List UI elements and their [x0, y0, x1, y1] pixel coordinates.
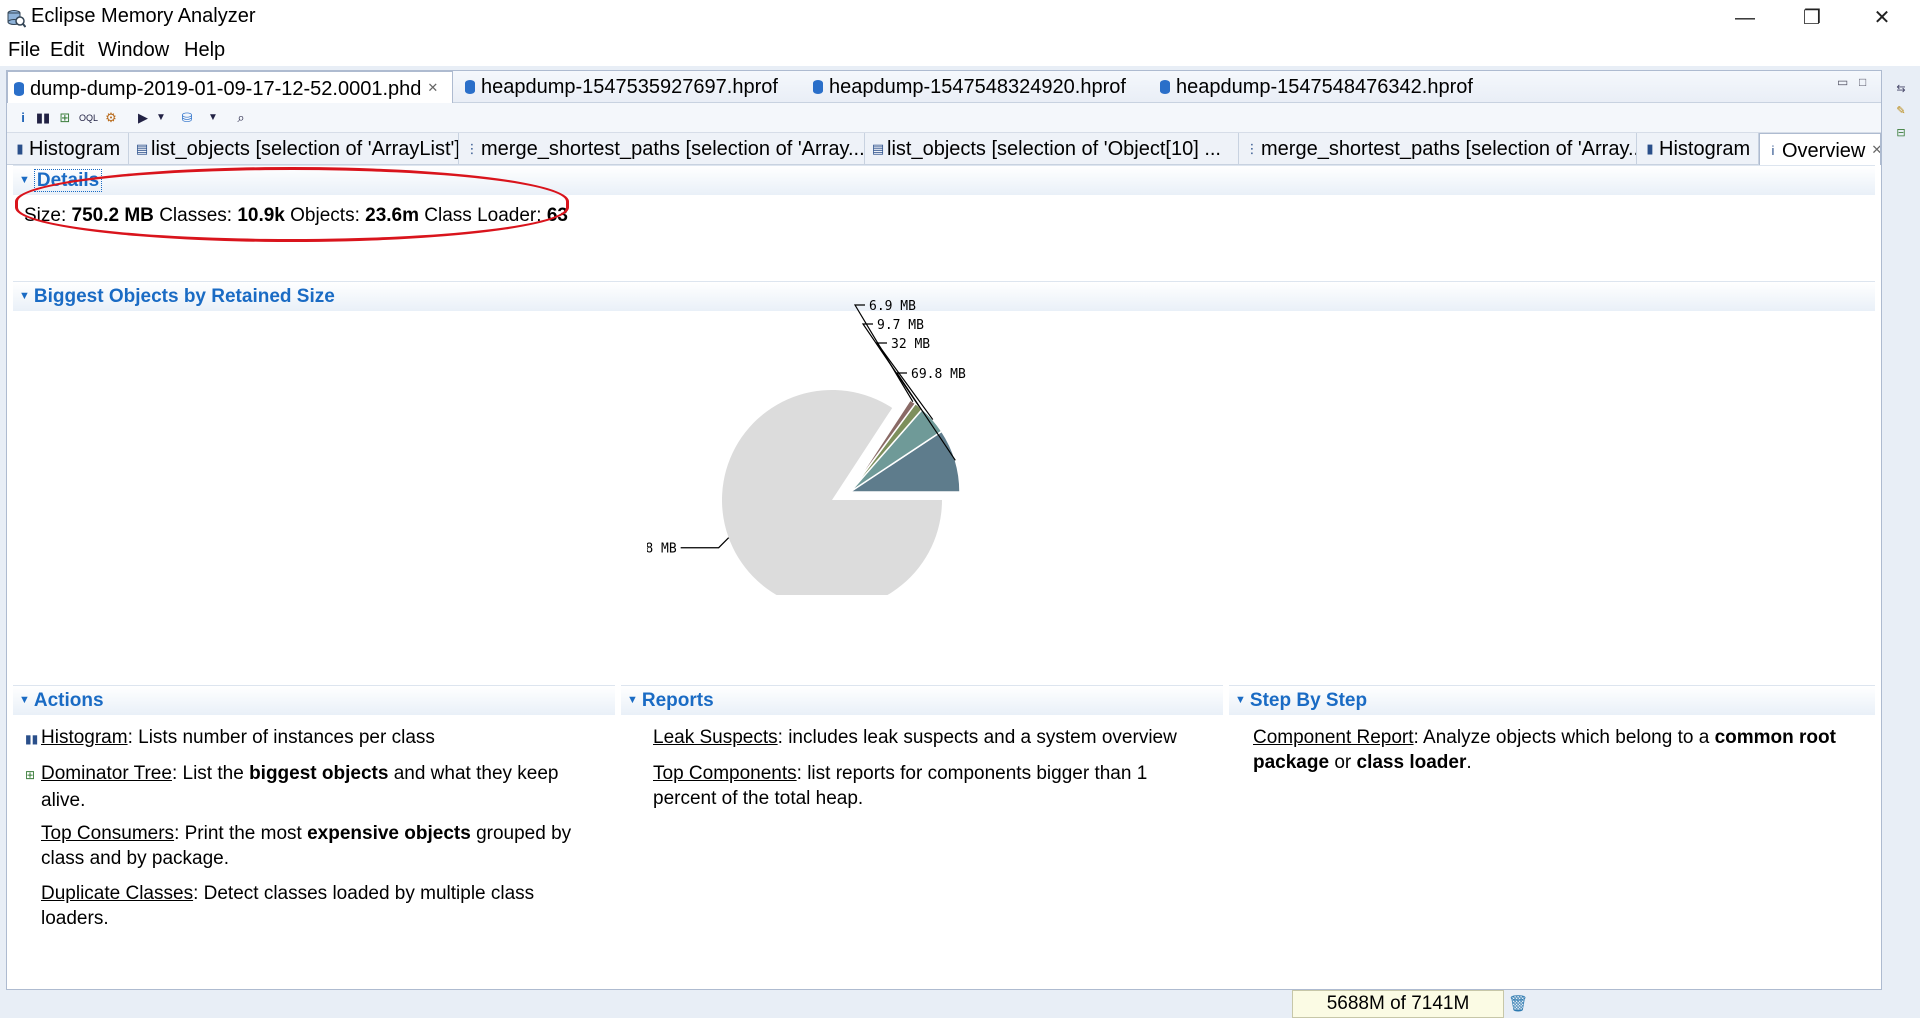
pie-leader-line: [680, 537, 730, 549]
pie-slice-label: 631.8 MB: [647, 542, 677, 557]
collapse-icon: ▼: [1235, 694, 1246, 706]
search-icon[interactable]: ⌕: [233, 110, 249, 126]
status-bar: 5688M of 7141M 🗑: [0, 990, 1920, 1018]
action-top-consumers: Top Consumers: Print the most expensive …: [41, 823, 572, 869]
navigation-history-icon[interactable]: ⊟: [1894, 126, 1908, 140]
minimize-editor-icon[interactable]: ▭: [1837, 75, 1848, 89]
tab-dump-phd[interactable]: dump-dump-2019-01-09-17-12-52.0001.phd ✕: [7, 71, 453, 103]
info-icon: i: [1771, 143, 1775, 158]
heapdump-icon: [813, 80, 823, 94]
histogram-icon[interactable]: ▮▮: [35, 110, 51, 126]
histogram-icon: ▮▮: [25, 732, 39, 746]
toolbar: i ▮▮ ⊞ OQL ⚙ ▶ ▼ ⛁ ▼ ⌕: [7, 103, 1881, 133]
tab-list-objects-arraylist[interactable]: ▤ list_objects [selection of 'ArrayList']: [129, 133, 459, 165]
highlight-annotation-oval: [15, 167, 569, 242]
tab-heapdump-2[interactable]: heapdump-1547548324920.hprof: [807, 71, 1126, 103]
report-top-components: Top Components: list reports for compone…: [653, 763, 1148, 809]
thread-overview-icon[interactable]: ⚙: [103, 110, 119, 126]
pie-slice-label: 69.8 MB: [911, 367, 966, 382]
top-components-link[interactable]: Top Components: [653, 763, 797, 784]
close-tab-icon[interactable]: ✕: [427, 80, 438, 95]
collapse-icon: ▼: [19, 694, 30, 706]
collapse-icon: ▼: [627, 694, 638, 706]
dominator-tree-link[interactable]: Dominator Tree: [41, 763, 172, 784]
close-button[interactable]: ✕: [1854, 2, 1910, 34]
histogram-link[interactable]: Histogram: [41, 727, 128, 748]
report-leak-suspects: Leak Suspects: includes leak suspects an…: [653, 727, 1177, 748]
pie-slice-label: 9.7 MB: [877, 318, 924, 333]
action-duplicate-classes: Duplicate Classes: Detect classes loaded…: [41, 883, 535, 929]
garbage-collect-icon[interactable]: 🗑: [1508, 994, 1528, 1014]
tab-histogram[interactable]: ▮ Histogram: [7, 133, 129, 165]
component-report-link[interactable]: Component Report: [1253, 727, 1414, 748]
histogram-icon: ▮: [16, 141, 24, 156]
list-objects-icon: ▤: [871, 141, 885, 156]
tab-histogram-2[interactable]: ▮ Histogram: [1637, 133, 1759, 165]
reports-section-header[interactable]: ▼ Reports: [621, 685, 1223, 715]
action-histogram: ▮▮ Histogram: Lists number of instances p…: [25, 725, 615, 752]
overview-info-icon[interactable]: i: [15, 110, 31, 126]
tab-merge-shortest-paths-1[interactable]: ⋮ merge_shortest_paths [selection of 'Arr…: [459, 133, 865, 165]
list-objects-icon: ▤: [135, 141, 149, 156]
dominator-tree-icon: ⊞: [25, 768, 36, 782]
step-by-step-section-header[interactable]: ▼ Step By Step: [1229, 685, 1875, 715]
tab-heapdump-1[interactable]: heapdump-1547535927697.hprof: [459, 71, 778, 103]
run-report-icon[interactable]: ▶: [135, 110, 151, 126]
dropdown-icon[interactable]: ▼: [205, 110, 221, 126]
right-trim-bar: ⇆ ✎ ⊟: [1886, 70, 1916, 220]
paths-icon: ⋮: [465, 141, 479, 156]
pie-slice-label: 6.9 MB: [869, 299, 916, 314]
step-component-report: Component Report: Analyze objects which …: [1253, 727, 1836, 773]
top-consumers-link[interactable]: Top Consumers: [41, 823, 174, 844]
menu-edit[interactable]: Edit: [50, 39, 84, 62]
action-dominator-tree: ⊞ Dominator Tree: List the biggest object…: [25, 763, 559, 811]
heap-status: 5688M of 7141M: [1292, 990, 1504, 1018]
menu-file[interactable]: File: [8, 39, 40, 62]
memory-analyzer-icon: [7, 10, 26, 28]
tab-merge-shortest-paths-2[interactable]: ⋮ merge_shortest_paths [selection of 'Arr…: [1239, 133, 1637, 165]
tab-overview[interactable]: iOverview✕: [1759, 133, 1881, 165]
query-browser-icon[interactable]: ⛁: [179, 110, 195, 126]
result-tabs: ▮ Histogram ▤ list_objects [selection of '…: [7, 133, 1881, 165]
editor-tabs: dump-dump-2019-01-09-17-12-52.0001.phd ✕ …: [7, 71, 1881, 103]
menu-window[interactable]: Window: [98, 39, 169, 62]
title-bar: Eclipse Memory Analyzer — ❐ ✕: [0, 0, 1920, 36]
notes-icon[interactable]: ✎: [1894, 104, 1908, 118]
heapdump-icon: [465, 80, 475, 94]
oql-icon[interactable]: OQL: [79, 110, 98, 126]
close-tab-icon[interactable]: ✕: [1871, 142, 1880, 157]
tab-list-objects-object10[interactable]: ▤ list_objects [selection of 'Object[10] …: [865, 133, 1239, 165]
heapdump-icon: [14, 82, 24, 96]
heapdump-icon: [1160, 80, 1170, 94]
workbench: dump-dump-2019-01-09-17-12-52.0001.phd ✕ …: [0, 66, 1920, 1018]
dominator-tree-icon[interactable]: ⊞: [57, 110, 73, 126]
retained-size-pie-chart[interactable]: 69.8 MB32 MB9.7 MB6.9 MB631.8 MBTotal: 7…: [647, 275, 1207, 595]
paths-icon: ⋮: [1245, 141, 1259, 156]
dropdown-icon[interactable]: ▼: [153, 110, 169, 126]
leak-suspects-link[interactable]: Leak Suspects: [653, 727, 778, 748]
menu-help[interactable]: Help: [184, 39, 225, 62]
collapse-icon: ▼: [19, 290, 30, 302]
pie-slice-label: 32 MB: [891, 337, 930, 352]
menu-bar: File Edit Window Help: [0, 36, 1920, 66]
actions-section-header[interactable]: ▼ Actions: [13, 685, 615, 715]
collapse-icon: ▼: [19, 174, 30, 186]
restore-button[interactable]: ❐: [1784, 2, 1840, 34]
editor-area: dump-dump-2019-01-09-17-12-52.0001.phd ✕ …: [6, 70, 1882, 990]
tab-heapdump-3[interactable]: heapdump-1547548476342.hprof: [1154, 71, 1473, 103]
window-title: Eclipse Memory Analyzer: [31, 5, 256, 27]
duplicate-classes-link[interactable]: Duplicate Classes: [41, 883, 193, 904]
maximize-editor-icon[interactable]: □: [1859, 75, 1866, 89]
overview-content: ▼ Details Size: 750.2 MB Classes: 10.9k O…: [7, 165, 1881, 989]
histogram-icon: ▮: [1646, 141, 1654, 156]
minimize-button[interactable]: —: [1717, 2, 1773, 34]
restore-view-icon[interactable]: ⇆: [1894, 82, 1908, 96]
